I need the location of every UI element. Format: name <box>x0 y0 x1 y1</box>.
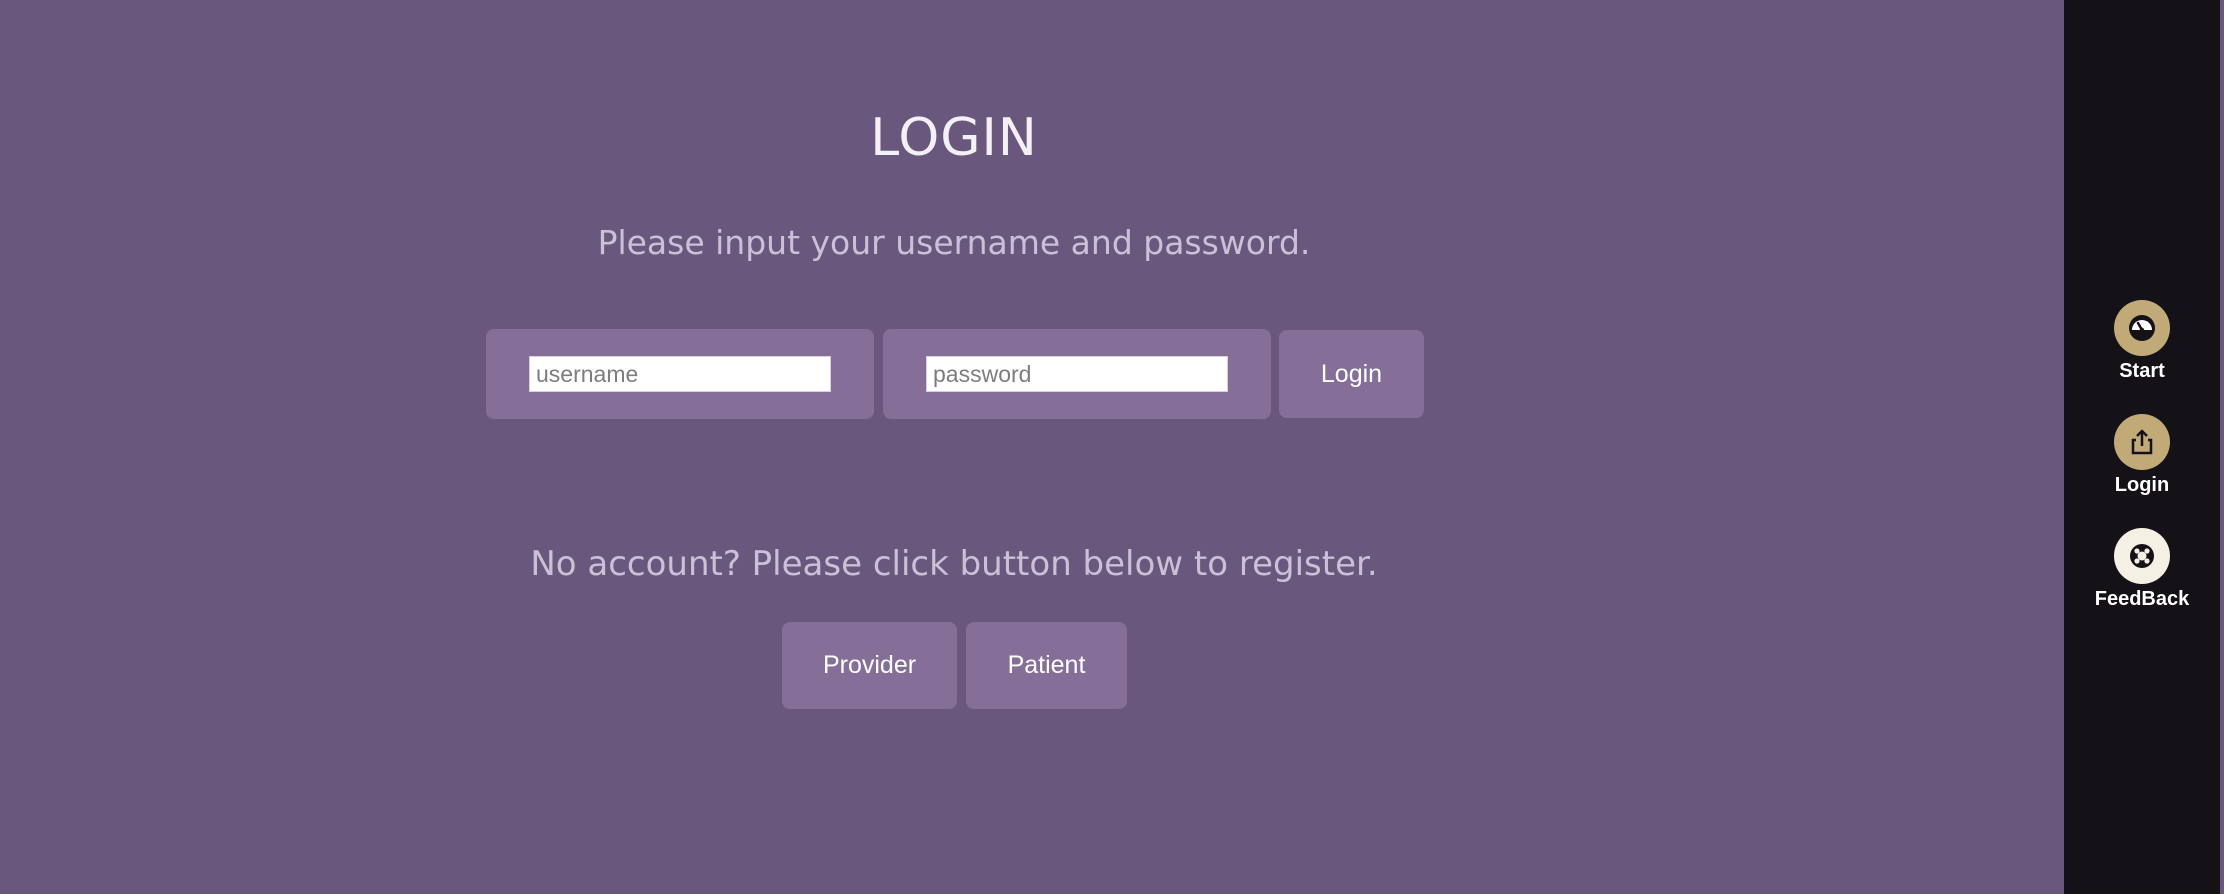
login-icon-circle <box>2114 414 2170 470</box>
share-upload-icon <box>2131 429 2153 455</box>
username-field-box <box>486 329 874 419</box>
username-input[interactable] <box>529 356 831 392</box>
login-instructions: Please input your username and password. <box>597 223 1311 262</box>
sidebar-edge <box>2220 0 2224 894</box>
sidebar-item-start[interactable]: Start <box>2064 300 2220 390</box>
lifebuoy-icon <box>2130 544 2154 568</box>
sidebar-item-label: Login <box>2114 474 2170 496</box>
register-provider-button[interactable]: Provider <box>782 622 957 709</box>
page-title: LOGIN <box>870 108 1038 168</box>
password-field-box <box>883 329 1271 419</box>
sidebar-item-label: FeedBack <box>2094 588 2190 610</box>
start-icon-circle <box>2114 300 2170 356</box>
feedback-icon-circle <box>2114 528 2170 584</box>
sidebar: Start Login FeedBack <box>2064 0 2224 894</box>
register-patient-button[interactable]: Patient <box>966 622 1127 709</box>
page: LOGIN Please input your username and pas… <box>0 0 2224 894</box>
sidebar-item-label: Start <box>2119 360 2165 382</box>
login-button[interactable]: Login <box>1279 330 1424 418</box>
password-input[interactable] <box>926 356 1228 392</box>
login-main: LOGIN Please input your username and pas… <box>0 0 2064 894</box>
sidebar-item-feedback[interactable]: FeedBack <box>2064 528 2220 618</box>
register-prompt: No account? Please click button below to… <box>530 544 1378 584</box>
sidebar-item-login[interactable]: Login <box>2064 414 2220 504</box>
gauge-icon <box>2129 315 2155 341</box>
